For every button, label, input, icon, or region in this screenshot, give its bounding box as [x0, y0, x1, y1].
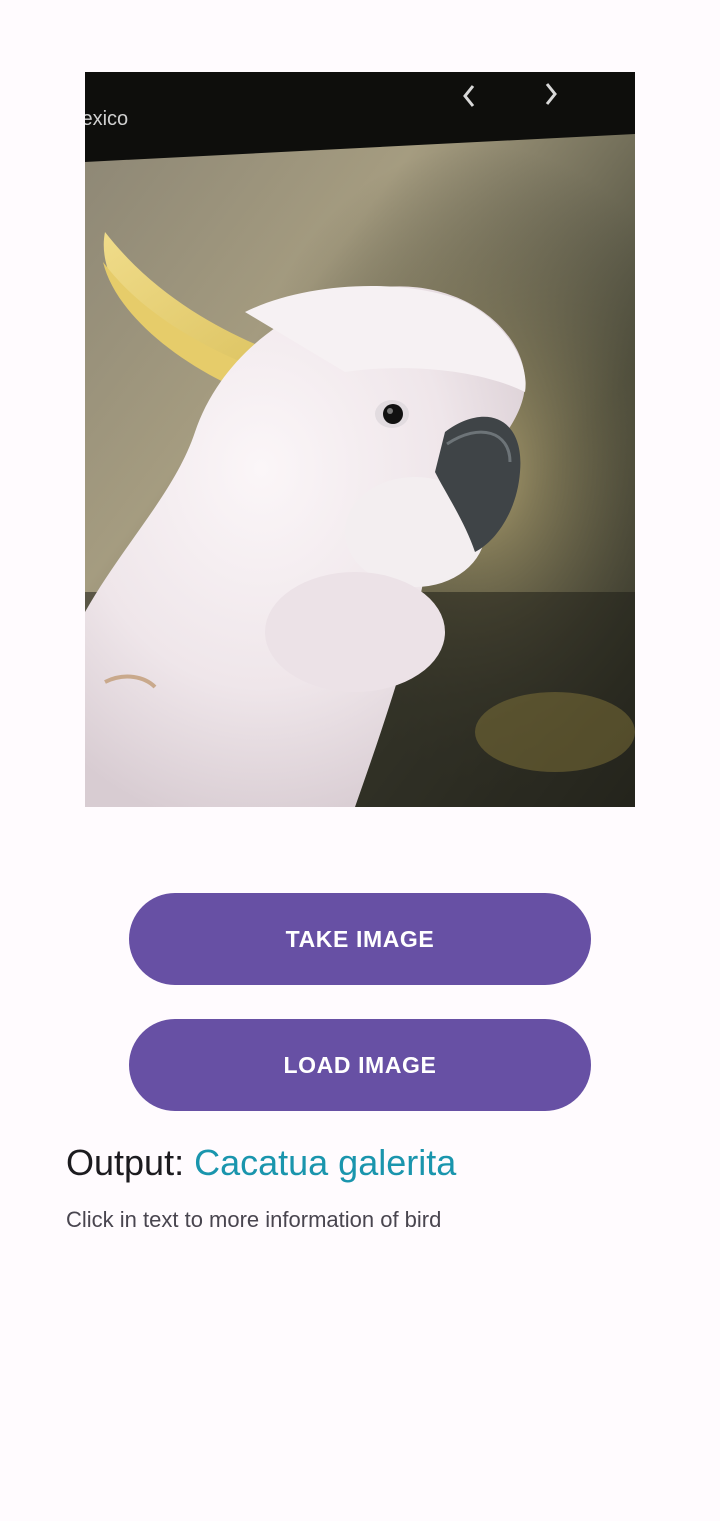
take-image-button[interactable]: TAKE IMAGE — [129, 893, 591, 985]
bird-photo: lexico — [85, 72, 635, 807]
output-species-link[interactable]: Cacatua galerita — [194, 1142, 456, 1183]
output-line: Output: Cacatua galerita — [66, 1142, 456, 1184]
hint-text: Click in text to more information of bir… — [66, 1207, 442, 1232]
photo-caption: lexico — [85, 108, 129, 130]
output-label: Output: — [66, 1142, 195, 1183]
load-image-button[interactable]: LOAD IMAGE — [129, 1019, 591, 1111]
